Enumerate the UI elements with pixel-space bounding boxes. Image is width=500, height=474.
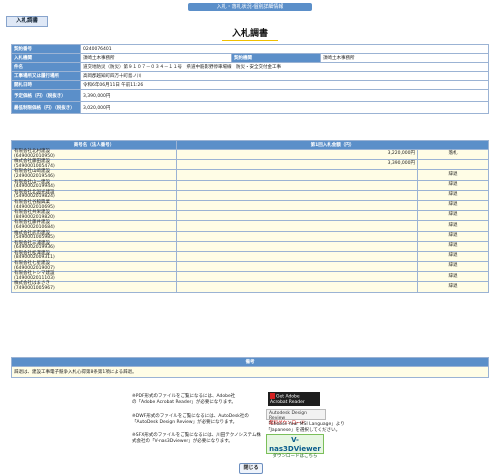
bid-result <box>417 159 489 171</box>
adobe-icon <box>270 393 275 399</box>
badge-line: Autodesk Design Review <box>269 411 307 421</box>
table-row: 有限会社山一建設 (4490002019944) 辞退 <box>11 179 489 191</box>
open-date: 令和6年06月11日 午前11:26 <box>80 80 489 90</box>
bid-result: 辞退 <box>417 240 489 252</box>
bid-amount <box>176 189 418 201</box>
table-row: 有限会社谷脇興業 (4490002010695) 辞退 <box>11 199 489 212</box>
badge-line: Acrobat Reader <box>270 399 305 405</box>
label: 工事場所又は履行場所 <box>11 71 81 81</box>
bid-result: 辞退 <box>417 261 489 273</box>
label: 入札機関 <box>11 53 81 63</box>
page-title: 入札調書 <box>231 29 268 39</box>
table-row: 有限会社北村建設 (6490002010950) 3,220,000円 落札 <box>11 148 489 161</box>
adobe-reader-badge[interactable]: Get Adobe Acrobat Reader <box>268 392 320 406</box>
table-row: 株式会社武市建設 (5490001005985) 辞退 <box>11 230 489 242</box>
vnas3dviewer-badge[interactable]: V-nas3DViewer ダウンロードはこちら <box>266 434 324 459</box>
note-line: 「Choose Your MSI Language」より <box>266 422 345 427</box>
bidder-name: 有限会社北国光建設 (5490002019824) <box>11 189 177 201</box>
remarks-table: 備考 辞退は、建設工事電子競争入札心得第8条第1項による辞退。 <box>11 357 489 378</box>
bid-amount <box>176 261 418 273</box>
bid-result: 辞退 <box>417 199 489 212</box>
table-row: 有限会社七星建設 (6490002019007) 辞退 <box>11 261 489 273</box>
contract-dept: 須崎土木事務所 <box>320 53 489 63</box>
bid-amount: 3,220,000円 <box>176 148 418 161</box>
bid-amount <box>176 169 418 181</box>
table-row: 有限会社北国光建設 (5490002019824) 辞退 <box>11 189 489 201</box>
dwf-note: ※DWF形式のファイルをご覧になるには、AutoDesk社の「AutoDesk … <box>132 414 249 425</box>
table-row: 有限会社トシマ建設 (1490002011103) 辞退 <box>11 271 489 283</box>
bid-result: 落札 <box>417 148 489 161</box>
bidder-name: 有限会社藤井建設 (6490002010684) <box>11 220 177 232</box>
bid-amount <box>176 230 418 242</box>
contract-info-table: 契約番号 0240076401 入札機関 須崎土木事務所 契約機関 須崎土木事務所 件名… <box>11 44 489 114</box>
project-place: 高岡郡越知町四万十町島ノ川 <box>80 71 489 81</box>
col-header: 第1回入札金額（円） <box>176 140 489 150</box>
bid-amount <box>176 240 418 252</box>
pdf-note: ※PDF形式のファイルをご覧になるには、Adobe社の「Adobe Acroba… <box>132 394 236 405</box>
bid-results-table: 商号名（法人番号） 第1回入札金額（円） 有限会社北村建設 (6490002010… <box>11 140 489 293</box>
bid-amount <box>176 271 418 283</box>
badge-line: ダウンロードはこちら <box>272 454 318 459</box>
bid-result: 辞退 <box>417 189 489 201</box>
bid-amount: 3,390,000円 <box>176 159 418 171</box>
note-line: 「Japanese」を選択してください。 <box>266 428 341 433</box>
bid-amount <box>176 250 418 263</box>
bidder-name: 有限会社山一建設 (4490002019944) <box>11 179 177 191</box>
bid-result: 辞退 <box>417 220 489 232</box>
bid-result: 辞退 <box>417 271 489 283</box>
contract-no: 0240076401 <box>80 44 489 54</box>
bidder-name: 有限会社山﨑建設 (2490002019546) <box>11 169 177 181</box>
project-name: 道交地防災（防災）第９１０７－０３４－１１号 県道中筋影野停車場線 防災・安全交… <box>80 62 489 72</box>
planned-price: 3,390,000円 <box>80 89 489 102</box>
table-row: 株式会社藤田建設 (5490001005474) 3,390,000円 <box>11 159 489 171</box>
remarks-text: 辞退は、建設工事電子競争入札心得第8条第1項による辞退。 <box>11 366 489 378</box>
title-underline <box>222 40 278 41</box>
bid-amount <box>176 281 418 293</box>
bid-amount <box>176 199 418 212</box>
bid-result: 辞退 <box>417 281 489 293</box>
label: 契約機関 <box>231 53 321 63</box>
badge-line: V-nas3DViewer <box>269 436 321 453</box>
label: 予定価格（円）（税抜き） <box>11 89 81 102</box>
table-row: 有限会社共栄建設 (8490002019820) 辞退 <box>11 210 489 222</box>
minimum-price: 3,020,000円 <box>80 101 489 114</box>
table-row: 有限会社松澤建設 (8490002009311) 辞退 <box>11 250 489 263</box>
autodesk-badge[interactable]: Autodesk Design Review 無料ダウンロード <box>266 409 326 426</box>
bidder-name: 株式会社武市建設 (5490001005985) <box>11 230 177 242</box>
bid-result: 辞退 <box>417 250 489 263</box>
close-button[interactable]: 閉じる <box>239 463 263 474</box>
table-row: 有限会社山﨑建設 (2490002019546) 辞退 <box>11 169 489 181</box>
bid-result: 辞退 <box>417 179 489 191</box>
label: 件名 <box>11 62 81 72</box>
autodesk-language-note: 「Choose Your MSI Language」より 「Japanese」を… <box>266 422 346 434</box>
page-header-bar: 入札・落札状況-個別詳細情報 <box>188 3 312 11</box>
bid-amount <box>176 179 418 191</box>
bidder-name: 株式会社はまさき (7490001005967) <box>11 281 177 293</box>
sfx-note: ※SFX形式のファイルをご覧になるには、川田テクノシステム株式会社の「V-nas… <box>132 433 261 444</box>
bid-result: 辞退 <box>417 169 489 181</box>
label: 開札日時 <box>11 80 81 90</box>
table-row: 有限会社藤井建設 (6490002010684) 辞退 <box>11 220 489 232</box>
tab-bid-record[interactable]: 入札調書 <box>6 16 48 27</box>
bid-amount <box>176 220 418 232</box>
remarks-header: 備考 <box>11 357 489 367</box>
bid-result: 辞退 <box>417 230 489 242</box>
bid-amount <box>176 210 418 222</box>
table-row: 有限会社三浦建設 (6490002019936) 辞退 <box>11 240 489 252</box>
bid-dept: 須崎土木事務所 <box>80 53 232 63</box>
bidder-name: 有限会社三浦建設 (6490002019936) <box>11 240 177 252</box>
bid-result: 辞退 <box>417 210 489 222</box>
label: 契約番号 <box>11 44 81 54</box>
label: 最低制限価格（円）（税抜き） <box>11 101 81 114</box>
table-row: 株式会社はまさき (7490001005967) 辞退 <box>11 281 489 293</box>
